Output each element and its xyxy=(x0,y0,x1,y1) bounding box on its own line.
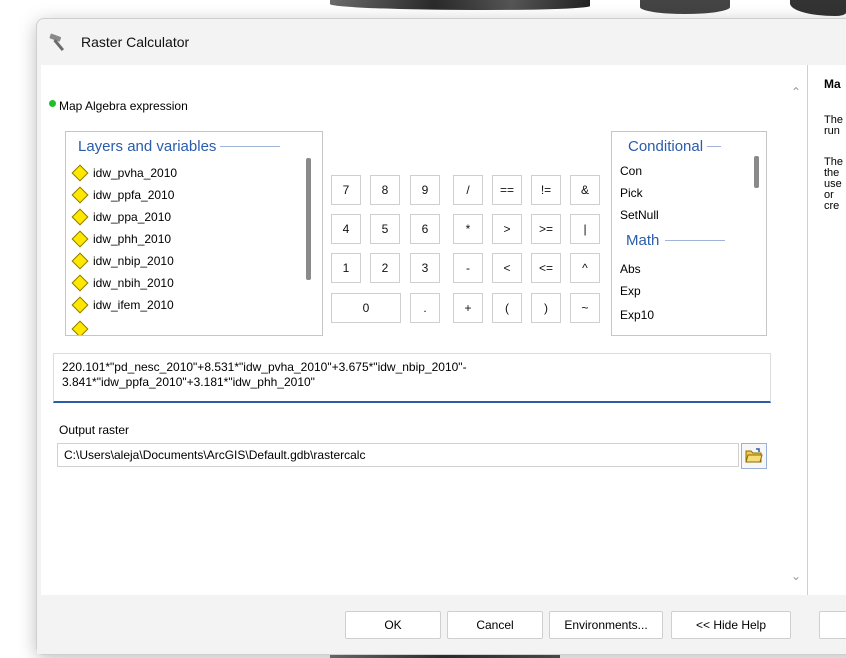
key-or[interactable]: | xyxy=(570,214,600,244)
output-raster-label: Output raster xyxy=(59,423,130,437)
function-item-pick[interactable]: Pick xyxy=(620,186,643,200)
hammer-icon xyxy=(49,33,65,51)
key-open-paren[interactable]: ( xyxy=(492,293,522,323)
dialog-footer: OK Cancel Environments... << Hide Help xyxy=(37,595,846,654)
layer-item[interactable]: idw_phh_2010 xyxy=(70,228,171,250)
key-4[interactable]: 4 xyxy=(331,214,361,244)
scroll-up-arrow-icon[interactable]: ⌃ xyxy=(789,85,803,99)
expression-editor[interactable]: 220.101*"pd_nesc_2010"+8.531*"idw_pvha_2… xyxy=(53,353,771,403)
layers-scrollbar[interactable] xyxy=(306,158,311,280)
tool-help-button[interactable] xyxy=(819,611,846,639)
key-9[interactable]: 9 xyxy=(410,175,440,205)
help-panel: Ma The run The the use or cre xyxy=(807,65,846,595)
conditional-header: Conditional xyxy=(628,138,722,155)
raster-layer-icon xyxy=(71,186,89,204)
key-7[interactable]: 7 xyxy=(331,175,361,205)
key-1[interactable]: 1 xyxy=(331,253,361,283)
window-title: Raster Calculator xyxy=(81,34,190,50)
hide-help-button[interactable]: << Hide Help xyxy=(671,611,791,639)
scroll-down-arrow-icon[interactable]: ⌄ xyxy=(789,569,803,583)
help-text: cre xyxy=(824,200,840,212)
key-minus[interactable]: - xyxy=(453,253,483,283)
layers-header: Layers and variables xyxy=(78,138,281,155)
key-3[interactable]: 3 xyxy=(410,253,440,283)
raster-layer-icon xyxy=(71,230,89,248)
key-6[interactable]: 6 xyxy=(410,214,440,244)
cancel-button[interactable]: Cancel xyxy=(447,611,543,639)
background-map-fragment xyxy=(640,0,730,14)
layer-item[interactable]: idw_nbih_2010 xyxy=(70,272,174,294)
function-item-setnull[interactable]: SetNull xyxy=(620,208,659,222)
function-item-exp[interactable]: Exp xyxy=(620,284,641,298)
layer-item[interactable]: idw_nbip_2010 xyxy=(70,250,174,272)
key-equal[interactable]: == xyxy=(492,175,522,205)
background-map-fragment xyxy=(790,0,846,16)
raster-layer-icon xyxy=(71,296,89,314)
browse-button[interactable] xyxy=(741,443,767,469)
key-greater-equal[interactable]: >= xyxy=(531,214,561,244)
key-close-paren[interactable]: ) xyxy=(531,293,561,323)
key-multiply[interactable]: * xyxy=(453,214,483,244)
key-0[interactable]: 0 xyxy=(331,293,401,323)
key-2[interactable]: 2 xyxy=(370,253,400,283)
key-not[interactable]: ~ xyxy=(570,293,600,323)
functions-list[interactable]: Conditional Con Pick SetNull Math Abs Ex… xyxy=(611,131,767,336)
required-parameter-icon xyxy=(49,100,56,107)
key-plus[interactable]: + xyxy=(453,293,483,323)
layer-item[interactable] xyxy=(70,318,93,335)
background-map-fragment xyxy=(330,0,590,10)
expression-line: 220.101*"pd_nesc_2010"+8.531*"idw_pvha_2… xyxy=(62,360,467,374)
key-less-equal[interactable]: <= xyxy=(531,253,561,283)
layer-item[interactable]: idw_ppa_2010 xyxy=(70,206,171,228)
function-item-abs[interactable]: Abs xyxy=(620,262,641,276)
ok-button[interactable]: OK xyxy=(345,611,441,639)
map-algebra-label: Map Algebra expression xyxy=(59,99,188,113)
key-xor[interactable]: ^ xyxy=(570,253,600,283)
raster-layer-icon xyxy=(71,164,89,182)
title-bar[interactable]: Raster Calculator xyxy=(37,19,846,65)
key-not-equal[interactable]: != xyxy=(531,175,561,205)
function-item-exp10[interactable]: Exp10 xyxy=(620,308,654,322)
key-greater[interactable]: > xyxy=(492,214,522,244)
folder-open-icon xyxy=(745,448,763,463)
layer-item[interactable]: idw_ifem_2010 xyxy=(70,294,174,316)
function-item-con[interactable]: Con xyxy=(620,164,642,178)
layer-item[interactable]: idw_ppfa_2010 xyxy=(70,184,174,206)
raster-calculator-window: Raster Calculator Map Algebra expression… xyxy=(36,18,846,655)
functions-scrollbar[interactable] xyxy=(754,156,759,188)
math-header: Math xyxy=(626,232,726,249)
environments-button[interactable]: Environments... xyxy=(549,611,663,639)
key-and[interactable]: & xyxy=(570,175,600,205)
expression-line: 3.841*"idw_ppfa_2010"+3.181*"idw_phh_201… xyxy=(62,375,315,389)
layer-item[interactable]: idw_pvha_2010 xyxy=(70,162,177,184)
raster-layer-icon xyxy=(71,274,89,292)
key-8[interactable]: 8 xyxy=(370,175,400,205)
raster-layer-icon xyxy=(71,252,89,270)
help-title: Ma xyxy=(824,77,841,91)
key-divide[interactable]: / xyxy=(453,175,483,205)
key-5[interactable]: 5 xyxy=(370,214,400,244)
tool-parameters-panel: Map Algebra expression ⌃ ⌄ Layers and va… xyxy=(41,65,813,595)
raster-layer-icon xyxy=(71,320,89,335)
help-text: run xyxy=(824,125,840,137)
raster-layer-icon xyxy=(71,208,89,226)
key-less[interactable]: < xyxy=(492,253,522,283)
layers-and-variables-list[interactable]: Layers and variables idw_pvha_2010 idw_p… xyxy=(65,131,323,336)
key-decimal[interactable]: . xyxy=(410,293,440,323)
output-raster-input[interactable] xyxy=(57,443,739,467)
